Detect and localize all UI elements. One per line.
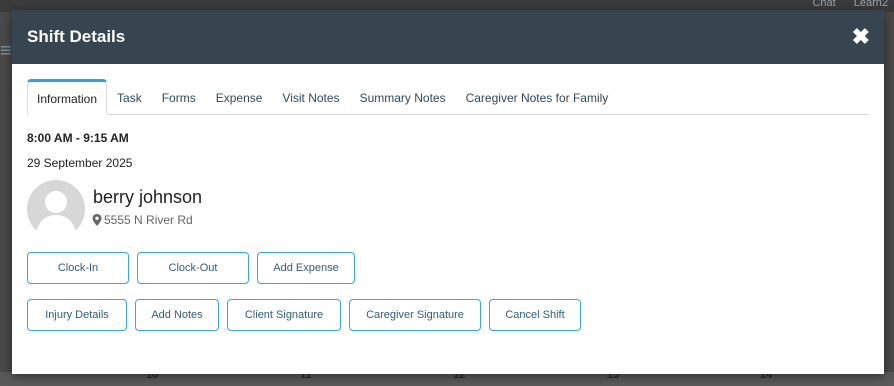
shift-date: 29 September 2025 [27, 156, 133, 170]
background-link-chat: Chat [812, 0, 836, 9]
clock-out-button[interactable]: Clock-Out [137, 252, 249, 284]
tab-visit-notes[interactable]: Visit Notes [272, 91, 349, 115]
tab-summary-notes[interactable]: Summary Notes [350, 91, 456, 115]
tab-forms[interactable]: Forms [152, 91, 206, 115]
modal-title: Shift Details [27, 27, 126, 46]
background-links: Chat Learn2 [812, 0, 888, 9]
client-signature-button[interactable]: Client Signature [227, 299, 341, 331]
shift-details-modal: Shift Details ✖ Information Task Forms E… [12, 10, 884, 374]
avatar [27, 180, 85, 238]
tab-task[interactable]: Task [107, 91, 152, 115]
add-notes-button[interactable]: Add Notes [135, 299, 219, 331]
modal-header: Shift Details ✖ [12, 10, 884, 64]
tab-expense[interactable]: Expense [206, 91, 273, 115]
client-address: 5555 N River Rd [92, 213, 193, 227]
shift-action-row-1: Clock-In Clock-Out Add Expense [27, 252, 355, 284]
client-name: berry johnson [93, 187, 203, 207]
clock-in-button[interactable]: Clock-In [27, 252, 129, 284]
tab-caregiver-notes-for-family[interactable]: Caregiver Notes for Family [456, 91, 619, 115]
tab-information[interactable]: Information [27, 79, 108, 115]
cancel-shift-button[interactable]: Cancel Shift [489, 299, 581, 331]
shift-action-row-2: Injury Details Add Notes Client Signatur… [27, 299, 581, 331]
add-expense-button[interactable]: Add Expense [257, 252, 355, 284]
map-pin-icon [92, 214, 102, 226]
injury-details-button[interactable]: Injury Details [27, 299, 127, 331]
background-link-learn: Learn2 [853, 0, 888, 9]
client-address-text: 5555 N River Rd [104, 213, 193, 227]
tab-bar: Information Task Forms Expense Visit Not… [27, 78, 869, 115]
background-menu-icon: ≡ [0, 40, 12, 62]
user-silhouette-icon [35, 191, 77, 238]
shift-time: 8:00 AM - 9:15 AM [27, 131, 129, 145]
caregiver-signature-button[interactable]: Caregiver Signature [349, 299, 481, 331]
close-icon[interactable]: ✖ [852, 26, 870, 48]
